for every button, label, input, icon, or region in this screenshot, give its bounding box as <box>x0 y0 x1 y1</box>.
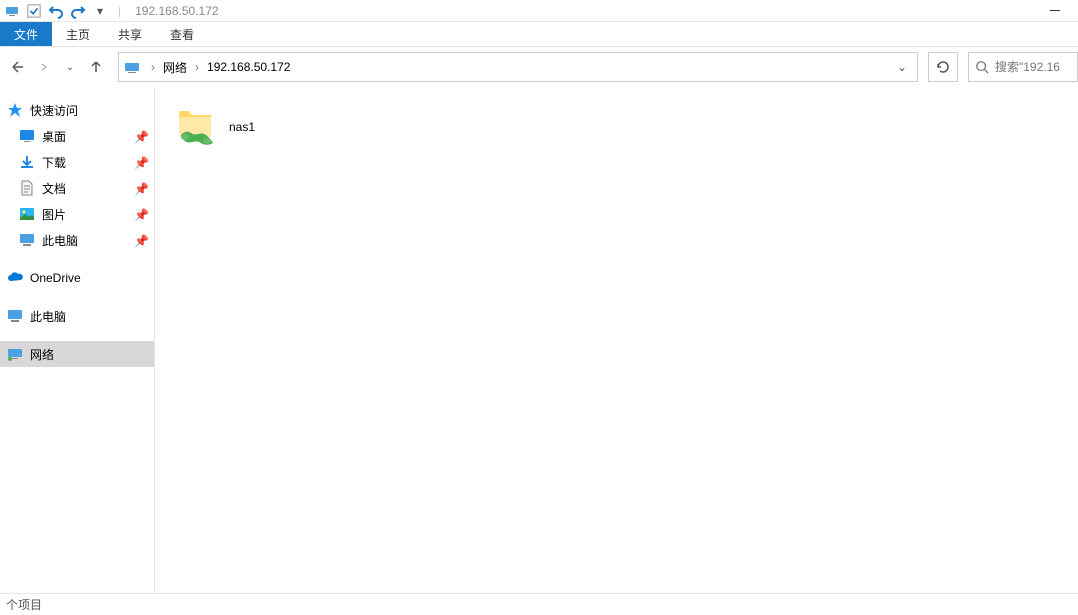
pictures-icon <box>18 205 36 223</box>
onedrive-section: OneDrive <box>0 265 154 291</box>
crumb-host[interactable]: 192.168.50.172 <box>203 58 294 76</box>
sidebar-item-label: 文档 <box>42 180 134 197</box>
sidebar-item-label: OneDrive <box>30 271 154 285</box>
forward-button[interactable] <box>34 57 54 77</box>
sidebar-item-label: 桌面 <box>42 128 134 145</box>
address-bar[interactable]: › 网络 › 192.168.50.172 ⌄ <box>118 52 918 82</box>
computer-icon <box>6 307 24 325</box>
this-pc-section: 此电脑 <box>0 303 154 329</box>
item-label: nas1 <box>229 120 255 134</box>
tab-view[interactable]: 查看 <box>156 22 208 46</box>
chevron-right-icon[interactable]: › <box>147 60 159 74</box>
quick-access-section: 快速访问 桌面 📌 下载 📌 文档 📌 <box>0 97 154 253</box>
document-icon <box>18 179 36 197</box>
status-bar: 个项目 <box>0 593 1078 615</box>
crumb-network[interactable]: 网络 <box>159 57 191 78</box>
network-section: 网络 <box>0 341 154 367</box>
star-icon <box>6 101 24 119</box>
sidebar-item-pictures[interactable]: 图片 📌 <box>0 201 154 227</box>
computer-icon <box>18 231 36 249</box>
window-title: 192.168.50.172 <box>135 4 218 18</box>
breadcrumb: › 网络 › 192.168.50.172 <box>147 57 891 78</box>
up-button[interactable] <box>86 57 106 77</box>
sidebar-item-this-pc-pinned[interactable]: 此电脑 📌 <box>0 227 154 253</box>
location-icon <box>123 58 141 76</box>
sidebar-item-quick-access[interactable]: 快速访问 <box>0 97 154 123</box>
sidebar-item-label: 此电脑 <box>42 232 134 249</box>
redo-icon[interactable] <box>70 3 86 19</box>
search-icon <box>975 60 989 74</box>
back-button[interactable] <box>8 57 28 77</box>
title-bar: ▾ | 192.168.50.172 <box>0 0 1078 22</box>
navigation-pane[interactable]: 快速访问 桌面 📌 下载 📌 文档 📌 <box>0 87 155 593</box>
nav-arrows: ⌄ <box>0 57 114 77</box>
main-area: 快速访问 桌面 📌 下载 📌 文档 📌 <box>0 87 1078 593</box>
navigation-bar: ⌄ › 网络 › 192.168.50.172 ⌄ <box>0 47 1078 87</box>
sidebar-item-label: 快速访问 <box>30 102 154 119</box>
tab-file[interactable]: 文件 <box>0 22 52 46</box>
qat-dropdown-icon[interactable]: ▾ <box>92 3 108 19</box>
pin-icon: 📌 <box>134 182 146 194</box>
sidebar-item-network[interactable]: 网络 <box>0 341 154 367</box>
sidebar-item-label: 下载 <box>42 154 134 171</box>
search-box[interactable] <box>968 52 1078 82</box>
minimize-button[interactable] <box>1032 0 1078 22</box>
network-icon <box>6 345 24 363</box>
recent-dropdown[interactable]: ⌄ <box>60 57 80 77</box>
share-folder-item[interactable]: nas1 <box>167 99 397 155</box>
sidebar-item-label: 此电脑 <box>30 308 154 325</box>
download-icon <box>18 153 36 171</box>
address-dropdown-icon[interactable]: ⌄ <box>891 60 913 74</box>
network-share-icon <box>171 103 221 151</box>
network-icon <box>4 3 20 19</box>
cloud-icon <box>6 269 24 287</box>
sidebar-item-downloads[interactable]: 下载 📌 <box>0 149 154 175</box>
sidebar-item-documents[interactable]: 文档 📌 <box>0 175 154 201</box>
pin-icon: 📌 <box>134 234 146 246</box>
refresh-button[interactable] <box>928 52 958 82</box>
desktop-icon <box>18 127 36 145</box>
chevron-right-icon[interactable]: › <box>191 60 203 74</box>
sidebar-item-label: 网络 <box>30 346 154 363</box>
tab-home[interactable]: 主页 <box>52 22 104 46</box>
pin-icon: 📌 <box>134 130 146 142</box>
search-input[interactable] <box>995 60 1071 74</box>
content-pane[interactable]: nas1 <box>155 87 1078 593</box>
undo-icon[interactable] <box>48 3 64 19</box>
properties-icon[interactable] <box>26 3 42 19</box>
window-controls <box>1032 0 1078 22</box>
pin-icon: 📌 <box>134 156 146 168</box>
divider: | <box>118 4 121 18</box>
pin-icon: 📌 <box>134 208 146 220</box>
sidebar-item-this-pc[interactable]: 此电脑 <box>0 303 154 329</box>
sidebar-item-onedrive[interactable]: OneDrive <box>0 265 154 291</box>
quick-access-toolbar: ▾ | 192.168.50.172 <box>4 3 219 19</box>
status-text: 个项目 <box>6 596 42 613</box>
sidebar-item-desktop[interactable]: 桌面 📌 <box>0 123 154 149</box>
tab-share[interactable]: 共享 <box>104 22 156 46</box>
sidebar-item-label: 图片 <box>42 206 134 223</box>
ribbon-tabs: 文件 主页 共享 查看 <box>0 22 1078 47</box>
